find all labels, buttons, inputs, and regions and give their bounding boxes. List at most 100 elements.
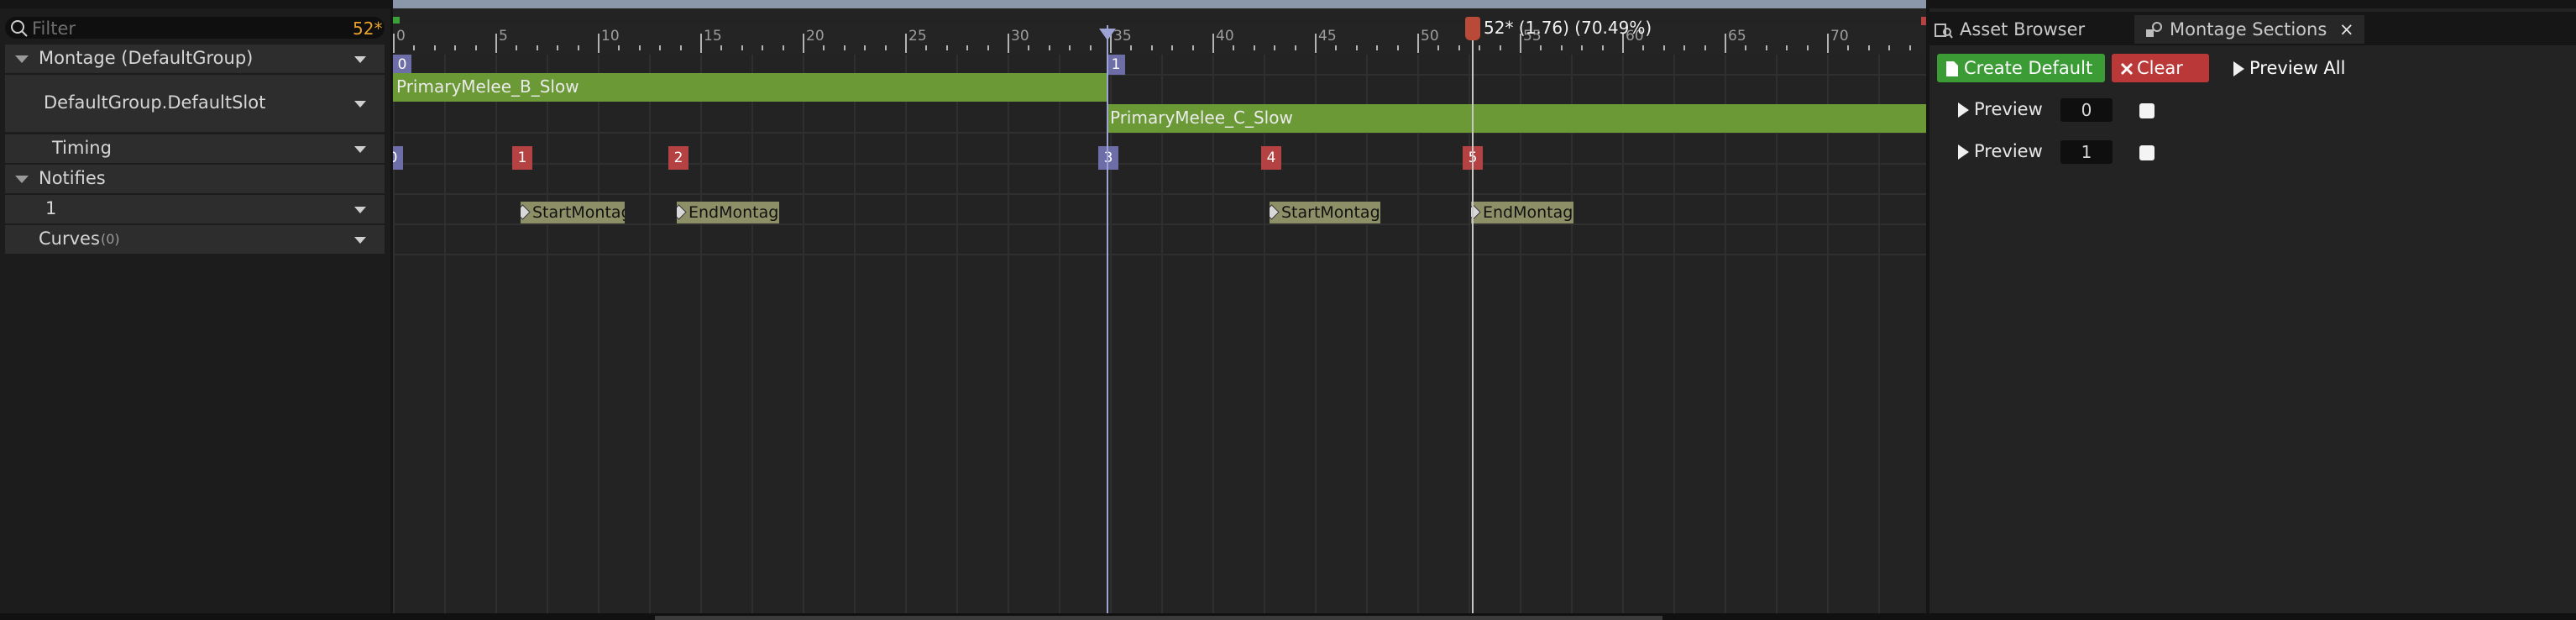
ruler-tick-major [1315,34,1317,53]
ruler-tick-minor [1192,45,1194,50]
ruler-tick-label: 40 [1216,28,1234,45]
notify-end-montage[interactable]: EndMontage [1471,202,1573,223]
asset-browser-icon [1935,24,1953,39]
preview-label: Preview [1974,99,2043,119]
ruler-tick-major [905,34,907,53]
preview-all-button[interactable]: Preview All [2225,54,2353,82]
close-icon[interactable]: × [2339,19,2354,39]
play-icon [1958,102,1969,118]
grid-line [1725,55,1726,613]
ruler-tick-minor [1069,45,1071,50]
grid-line [444,55,446,613]
grid-line [905,55,907,613]
document-icon [1946,61,1958,76]
grid-line [1264,55,1265,613]
ruler-tick-major [1212,34,1214,53]
scrubber-label: 52* (1.76) (70.49%) [1484,18,1652,38]
section-checkbox[interactable] [2139,145,2155,160]
ruler-tick-minor [516,45,517,50]
section-marker[interactable]: 1 [1107,55,1125,75]
ruler-tick-minor [1130,45,1132,50]
ruler-tick-minor [578,45,579,50]
section-index-field[interactable]: 0 [2060,98,2113,122]
ruler-tick-minor [1335,45,1337,50]
grid-line [1776,55,1778,613]
notifies-row[interactable]: Notifies [5,165,385,193]
tab-asset-browser[interactable]: Asset Browser [1935,15,2085,44]
grid-line [700,55,702,613]
curves-row[interactable]: Curves (0) [5,225,385,254]
ruler-tick-minor [1602,45,1604,50]
preview-label: Preview [1974,141,2043,161]
notify-label: EndMontage [689,203,779,222]
section-head[interactable] [1099,29,1116,40]
time-ruler[interactable] [393,25,1926,55]
ruler-tick-minor [1233,45,1234,50]
timing-marker[interactable]: 4 [1261,146,1281,170]
chevron-down-icon[interactable] [354,237,366,244]
montage-segment[interactable]: PrimaryMelee_C_Slow [1107,104,1926,133]
notify-end-montage[interactable]: EndMontage [677,202,779,223]
ruler-tick-major [1008,34,1009,53]
montage-segment[interactable]: PrimaryMelee_B_Slow [393,73,1107,102]
ruler-tick-minor [1888,45,1890,50]
chevron-down-icon[interactable] [354,146,366,153]
timeline-top-strip [393,0,1926,8]
start-flag [393,17,400,24]
timing-marker[interactable]: 3 [1098,146,1118,170]
ruler-tick-minor [1540,45,1542,50]
grid-line [751,55,753,613]
timing-marker[interactable]: 0 [393,146,403,170]
section-index-field[interactable]: 1 [2060,140,2113,164]
ruler-tick-minor [1561,45,1563,50]
collapse-triangle-icon[interactable] [15,176,29,183]
grid-line [1673,55,1675,613]
collapse-triangle-icon[interactable] [15,55,29,63]
ruler-tick-minor [966,45,968,50]
notify-start-montage[interactable]: StartMontage [1270,202,1380,223]
montage-group-row[interactable]: Montage (DefaultGroup) [5,45,385,73]
chevron-down-icon[interactable] [354,56,366,63]
ruler-tick-minor [987,45,989,50]
ruler-tick-major [598,34,599,53]
timing-marker[interactable]: 1 [512,146,532,170]
preview-section-button[interactable]: Preview [1958,99,2043,119]
ruler-tick-minor [618,45,620,50]
montage-timeline[interactable]: 0 5 10 15 20 25 30 35 40 45 50 55 60 65 70 0 1 Primary… [393,8,1926,613]
chevron-down-icon[interactable] [354,101,366,108]
search-icon [11,20,28,37]
sections-icon [2146,22,2162,37]
ruler-tick-minor [1376,45,1378,50]
timing-row[interactable]: Timing [5,134,385,163]
current-frame-count: 52* [353,18,383,39]
ruler-tick-minor [639,45,641,50]
tab-montage-sections[interactable]: Montage Sections × [2134,15,2364,44]
notify-start-montage[interactable]: StartMontage [521,202,625,223]
section-marker[interactable]: 0 [393,55,411,75]
row-divider [393,223,1926,225]
grid-line [649,55,651,613]
scrubber-handle[interactable] [1465,17,1480,40]
ruler-tick-label: 15 [704,28,722,45]
montage-group-label: Montage (DefaultGroup) [39,48,254,68]
timing-marker[interactable]: 2 [668,146,689,170]
ruler-tick-label: 20 [806,28,825,45]
slot-row[interactable]: DefaultGroup.DefaultSlot [5,75,385,132]
end-flag [1921,17,1926,25]
ruler-tick-minor [1766,45,1767,50]
clear-button[interactable]: Clear [2112,54,2209,82]
ruler-tick-minor [1049,45,1050,50]
notify-track-row[interactable]: 1 [5,195,385,223]
ruler-tick-minor [1356,45,1358,50]
chevron-down-icon[interactable] [354,207,366,213]
horizontal-scrollbar[interactable] [655,616,1662,620]
create-default-button[interactable]: Create Default [1937,54,2105,82]
section-checkbox[interactable] [2139,103,2155,118]
grid-line [1008,55,1009,613]
ruler-tick-minor [1581,45,1583,50]
grid-line [547,55,548,613]
preview-section-button[interactable]: Preview [1958,141,2043,161]
grid-line [1417,55,1419,613]
x-icon [2120,62,2134,76]
grid-line [393,55,395,613]
